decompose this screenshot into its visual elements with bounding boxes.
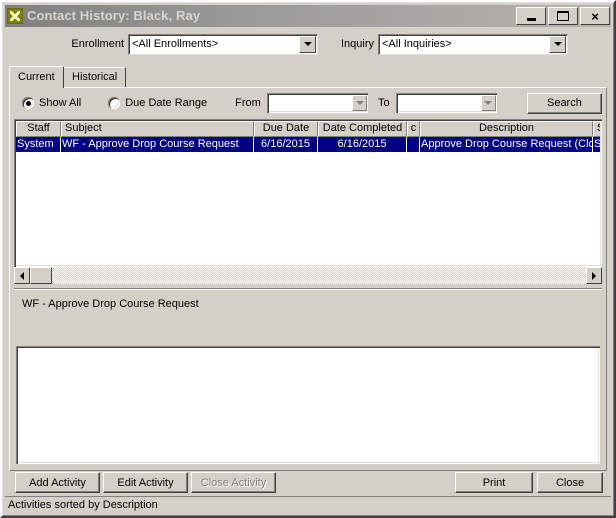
search-button[interactable]: Search (526, 92, 603, 114)
tab-historical[interactable]: Historical (63, 67, 127, 87)
inquiry-dropdown-arrow[interactable] (549, 35, 566, 53)
cell-date-completed: 6/16/2015 (318, 137, 407, 152)
inquiry-combobox[interactable]: <All Inquiries> (378, 33, 568, 55)
scrollbar-thumb[interactable] (30, 267, 52, 284)
close-activity-button: Close Activity (191, 472, 276, 493)
close-dialog-button[interactable]: Close (537, 472, 603, 493)
chevron-down-icon (484, 101, 493, 105)
from-label: From (235, 97, 261, 109)
column-header-completed-by[interactable]: c (407, 121, 420, 137)
enrollment-value: <All Enrollments> (132, 37, 219, 50)
inquiry-label: Inquiry (340, 38, 374, 50)
table-row[interactable]: System WF - Approve Drop Course Request … (16, 137, 600, 152)
scrollbar-track[interactable] (30, 267, 586, 284)
chevron-down-icon (355, 101, 364, 105)
chevron-down-icon (553, 42, 562, 46)
edit-activity-button[interactable]: Edit Activity (103, 472, 188, 493)
window-controls: × (516, 7, 610, 25)
arrow-right-icon (592, 271, 596, 280)
close-dialog-label: Close (555, 476, 585, 489)
add-activity-button[interactable]: Add Activity (15, 472, 100, 493)
print-label: Print (482, 476, 506, 489)
column-header-subject[interactable]: Subject (61, 121, 254, 137)
window-title: Contact History: Black, Ray (27, 8, 201, 23)
to-date-input[interactable] (395, 93, 497, 113)
minimize-icon (526, 18, 536, 21)
add-activity-label: Add Activity (29, 476, 86, 489)
radio-show-all-indicator (22, 97, 34, 109)
radio-show-all[interactable]: Show All (22, 97, 81, 109)
contact-history-window: Contact History: Black, Ray × Enrollment… (0, 0, 616, 518)
enrollment-combobox[interactable]: <All Enrollments> (128, 33, 318, 55)
close-activity-label: Close Activity (200, 476, 267, 489)
window-inner-frame: Contact History: Black, Ray × Enrollment… (2, 2, 614, 516)
tabstrip: Current Historical (9, 66, 607, 88)
cell-staff: System (16, 137, 61, 152)
radio-due-date-range-indicator (108, 97, 121, 109)
activities-grid-inner: Staff Subject Due Date Date Completed c … (16, 121, 600, 265)
minimize-button[interactable] (516, 7, 546, 25)
search-criteria-row: Show All Due Date Range From To Search (14, 91, 603, 115)
activity-notes-textarea[interactable] (16, 346, 600, 464)
detail-activity-title: WF - Approve Drop Course Request (22, 298, 199, 310)
cell-due-date: 6/16/2015 (254, 137, 318, 152)
column-header-due-date[interactable]: Due Date (254, 121, 318, 137)
enrollment-label: Enrollment (71, 38, 124, 50)
status-text: Activities sorted by Description (8, 499, 158, 511)
from-date-input[interactable] (266, 93, 369, 113)
tab-current[interactable]: Current (9, 66, 64, 88)
arrow-left-icon (20, 271, 24, 280)
to-date-dropdown-arrow[interactable] (480, 95, 496, 111)
cell-description: Approve Drop Course Request (Closed (420, 137, 593, 152)
cell-completed-by (407, 137, 420, 152)
activities-grid-header: Staff Subject Due Date Date Completed c … (16, 121, 600, 137)
inquiry-value: <All Inquiries> (382, 37, 452, 50)
maximize-button[interactable] (548, 7, 578, 25)
titlebar[interactable]: Contact History: Black, Ray × (5, 5, 611, 27)
maximize-icon (557, 11, 569, 21)
tab-panel-current: Show All Due Date Range From To Search S… (9, 87, 607, 471)
detail-separator (14, 288, 602, 290)
grid-horizontal-scrollbar[interactable] (14, 267, 602, 284)
filter-row: Enrollment <All Enrollments> Inquiry <Al… (7, 31, 609, 57)
radio-due-date-range[interactable]: Due Date Range (108, 97, 207, 109)
scroll-right-button[interactable] (586, 267, 602, 284)
to-label: To (378, 97, 390, 109)
cell-subject: WF - Approve Drop Course Request (61, 137, 254, 152)
radio-due-date-range-label: Due Date Range (125, 97, 208, 109)
scroll-left-button[interactable] (14, 267, 30, 284)
print-button[interactable]: Print (455, 472, 533, 493)
search-button-label: Search (546, 97, 582, 109)
column-header-staff[interactable]: Staff (16, 121, 61, 137)
status-bar: Activities sorted by Description (5, 496, 611, 513)
radio-show-all-label: Show All (39, 97, 82, 109)
column-header-setup[interactable]: Setu (593, 121, 600, 137)
action-button-bar: Add Activity Edit Activity Close Activit… (3, 470, 613, 494)
activities-grid[interactable]: Staff Subject Due Date Date Completed c … (14, 119, 602, 267)
close-icon: × (591, 8, 599, 24)
app-grid-icon (7, 8, 23, 24)
enrollment-dropdown-arrow[interactable] (299, 35, 316, 53)
column-header-description[interactable]: Description (420, 121, 593, 137)
column-header-date-completed[interactable]: Date Completed (318, 121, 407, 137)
cell-setup: Syst (593, 137, 600, 152)
from-date-dropdown-arrow[interactable] (352, 95, 368, 111)
edit-activity-label: Edit Activity (117, 476, 174, 489)
chevron-down-icon (303, 42, 312, 46)
close-button[interactable]: × (580, 7, 610, 25)
